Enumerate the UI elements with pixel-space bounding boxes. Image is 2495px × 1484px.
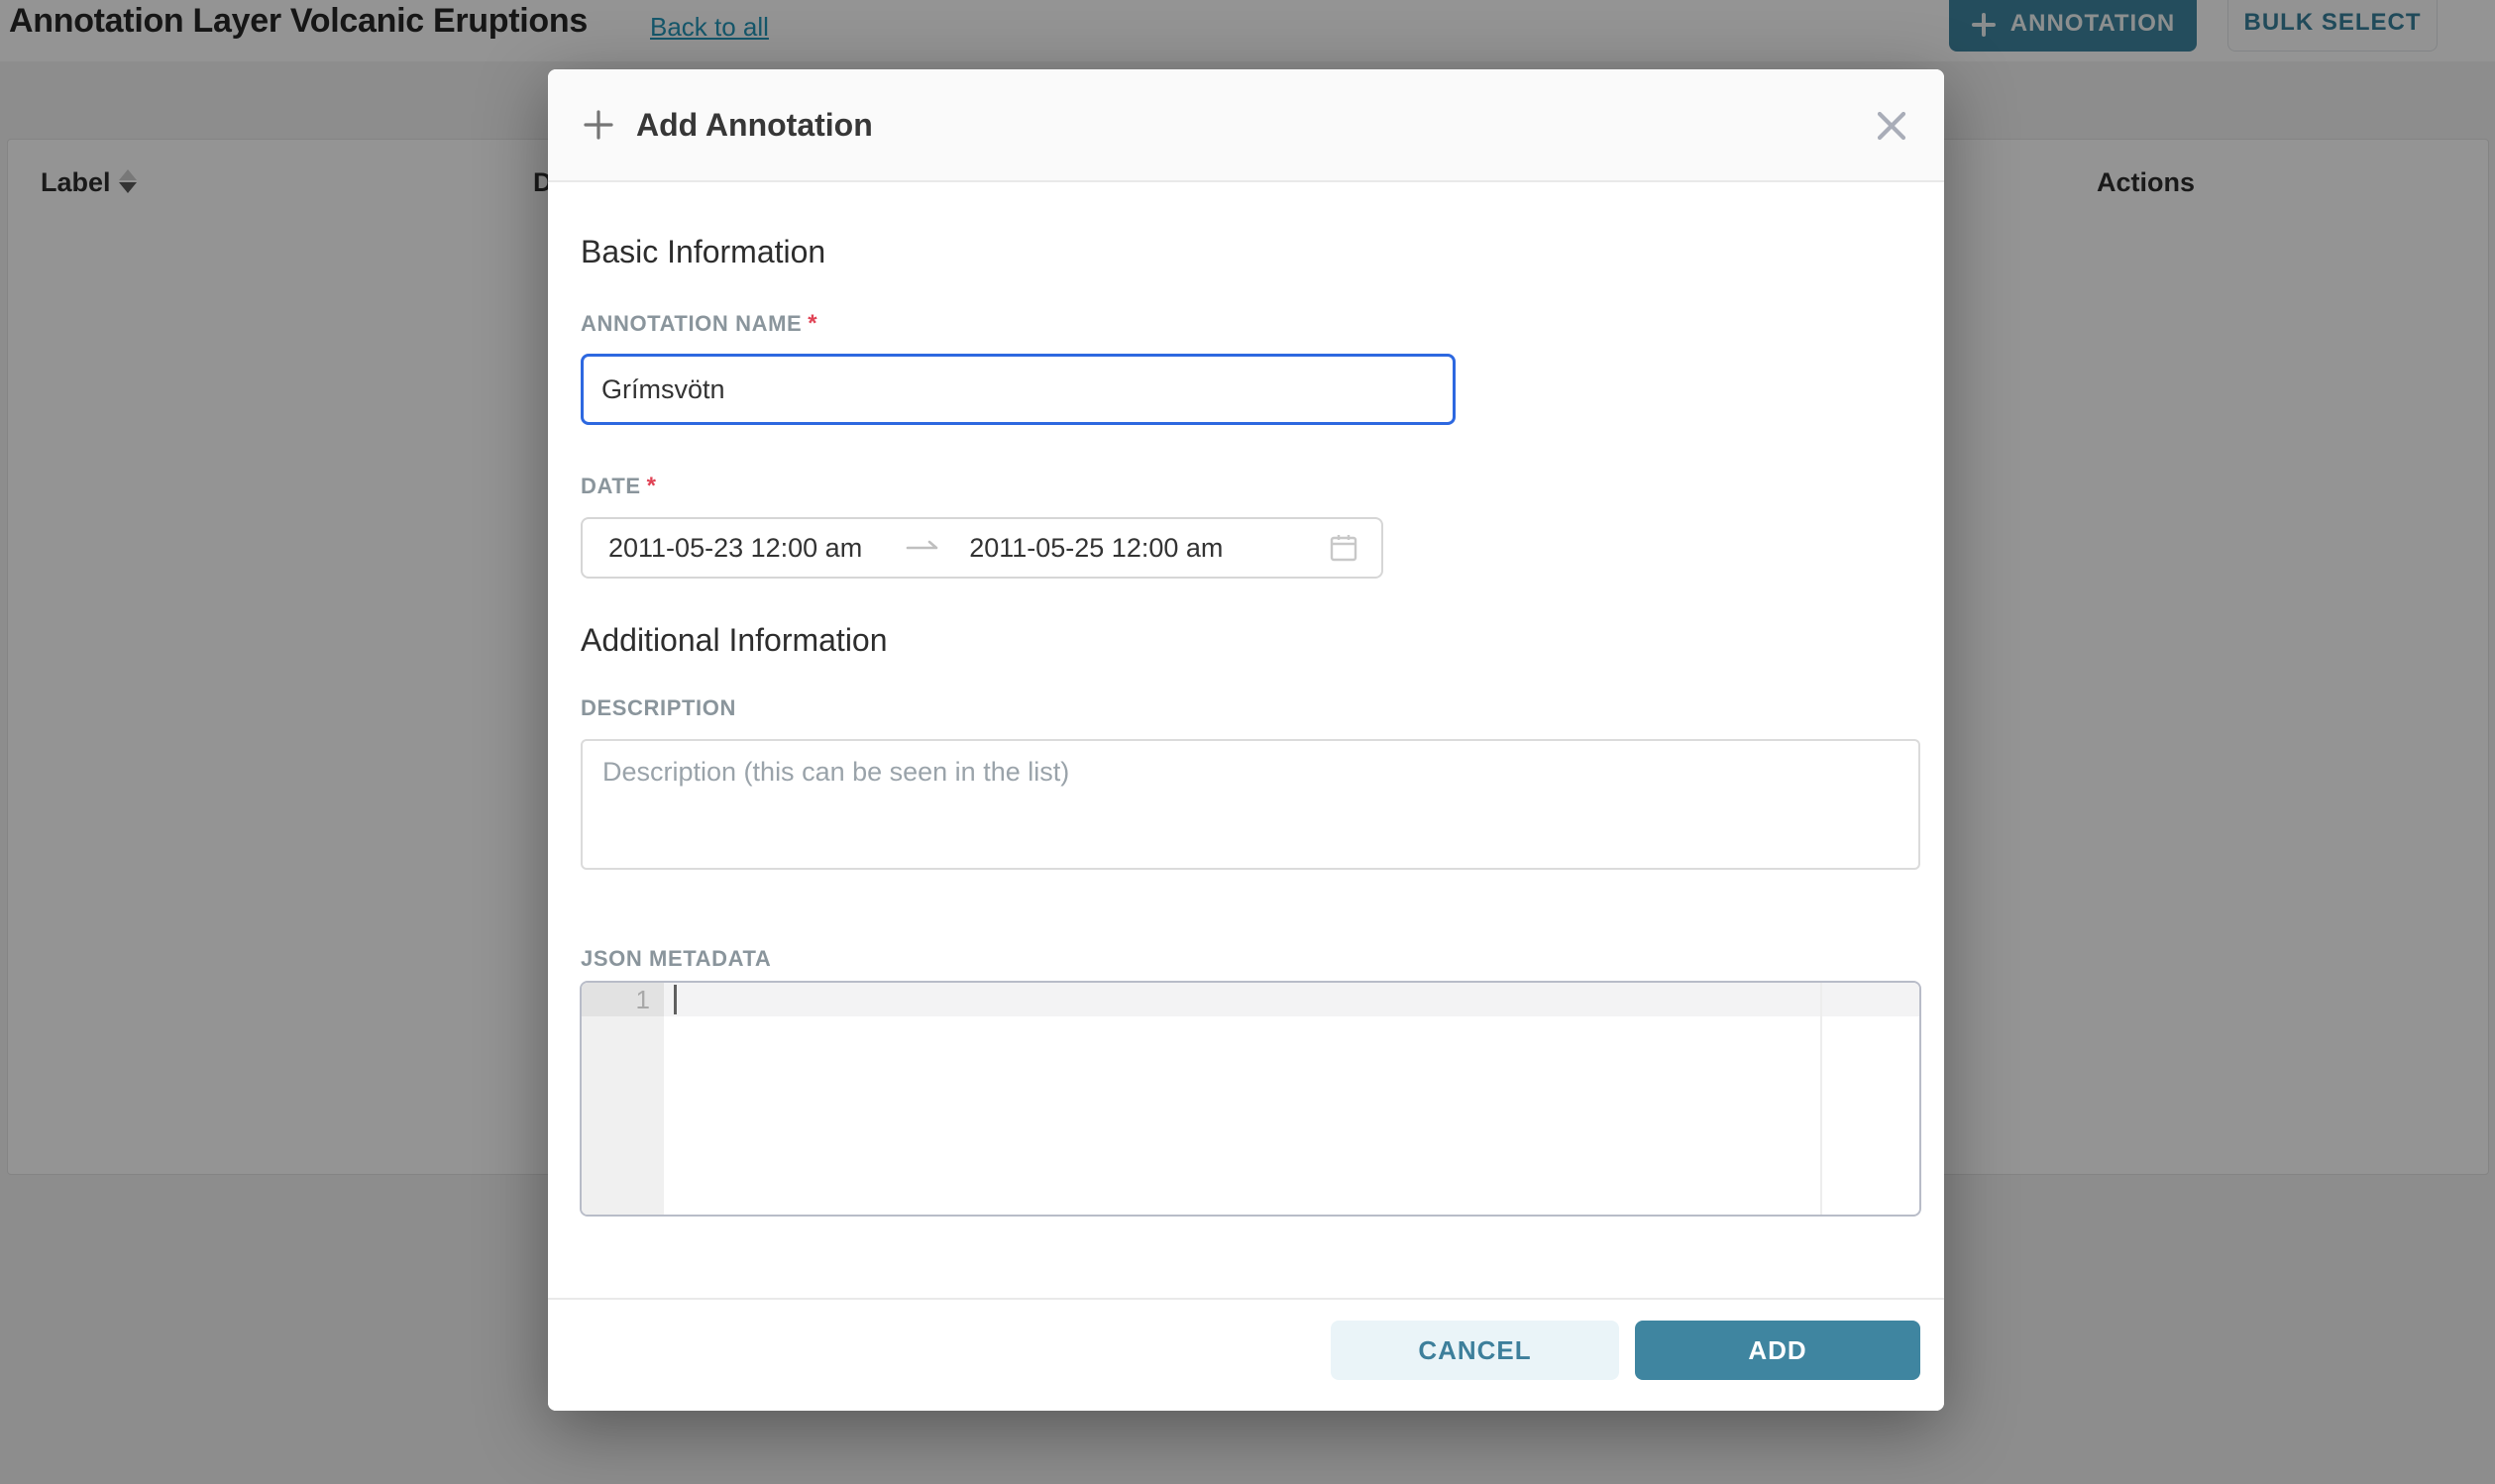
modal-title: Add Annotation <box>636 107 873 144</box>
editor-print-margin <box>1820 983 1822 1215</box>
date-label-text: DATE <box>581 474 641 498</box>
screen: Annotation Layer Volcanic Eruptions Back… <box>0 0 2495 1484</box>
annotation-name-label: ANNOTATION NAME* <box>581 310 817 338</box>
modal-footer: CANCEL ADD <box>548 1298 1944 1411</box>
date-end-value[interactable]: 2011-05-25 12:00 am <box>969 533 1223 564</box>
annotation-name-label-text: ANNOTATION NAME <box>581 311 802 336</box>
annotation-name-input[interactable] <box>581 354 1456 425</box>
add-button[interactable]: ADD <box>1635 1321 1920 1380</box>
range-arrow-icon <box>906 538 939 558</box>
additional-information-heading: Additional Information <box>581 622 888 659</box>
editor-active-line <box>664 983 1919 1016</box>
modal-header: Add Annotation <box>548 69 1944 182</box>
editor-text-cursor <box>674 985 677 1014</box>
editor-gutter <box>582 983 664 1215</box>
add-annotation-modal: Add Annotation Basic Information ANNOTAT… <box>548 69 1944 1411</box>
required-asterisk: * <box>647 473 657 499</box>
json-metadata-editor[interactable]: 1 <box>580 981 1921 1217</box>
close-icon[interactable] <box>1872 106 1911 146</box>
basic-information-heading: Basic Information <box>581 234 825 270</box>
date-start-value[interactable]: 2011-05-23 12:00 am <box>608 533 862 564</box>
date-range-picker[interactable]: 2011-05-23 12:00 am 2011-05-25 12:00 am <box>581 517 1383 579</box>
editor-line-number: 1 <box>582 983 664 1016</box>
plus-icon <box>581 107 616 143</box>
description-textarea[interactable] <box>581 739 1920 870</box>
description-label: DESCRIPTION <box>581 695 736 721</box>
cancel-button[interactable]: CANCEL <box>1331 1321 1619 1380</box>
required-asterisk: * <box>808 310 817 337</box>
json-metadata-label: JSON METADATA <box>581 946 771 972</box>
calendar-icon <box>1328 532 1359 564</box>
date-label: DATE* <box>581 473 657 500</box>
